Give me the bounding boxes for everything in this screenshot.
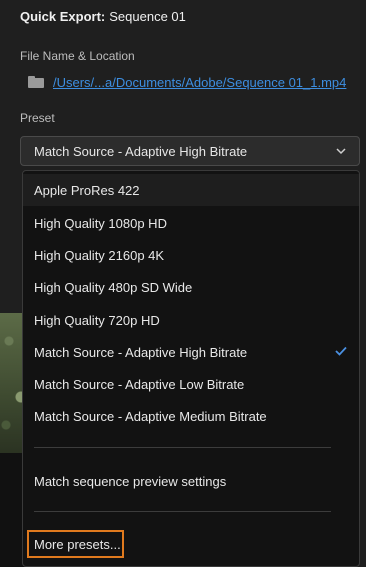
preset-option-2160p-4k[interactable]: High Quality 2160p 4K: [23, 239, 359, 271]
file-location-row[interactable]: /Users/...a/Documents/Adobe/Sequence 01_…: [28, 72, 346, 92]
chevron-down-icon: [336, 148, 346, 155]
file-path-link[interactable]: /Users/...a/Documents/Adobe/Sequence 01_…: [53, 75, 346, 90]
preset-option-480p-sd-wide[interactable]: High Quality 480p SD Wide: [23, 271, 359, 303]
preset-label: Preset: [20, 111, 55, 125]
preset-option-adaptive-low[interactable]: Match Source - Adaptive Low Bitrate: [23, 368, 359, 400]
preset-option-apple-prores-422[interactable]: Apple ProRes 422: [23, 174, 359, 206]
preset-option-adaptive-medium[interactable]: Match Source - Adaptive Medium Bitrate: [23, 400, 359, 432]
sequence-name: Sequence 01: [109, 9, 186, 24]
preset-selected-value: Match Source - Adaptive High Bitrate: [34, 143, 248, 159]
match-sequence-preview-option[interactable]: Match sequence preview settings: [23, 465, 359, 497]
preset-option-adaptive-high[interactable]: Match Source - Adaptive High Bitrate: [23, 336, 359, 368]
checkmark-icon: [335, 346, 347, 356]
quick-export-panel: Quick Export: Sequence 01 File Name & Loc…: [0, 0, 366, 567]
preset-menu: Apple ProRes 422 High Quality 1080p HD H…: [22, 170, 360, 567]
preset-option-1080p-hd[interactable]: High Quality 1080p HD: [23, 207, 359, 239]
panel-title: Quick Export: Sequence 01: [20, 9, 186, 24]
preset-dropdown[interactable]: Match Source - Adaptive High Bitrate: [20, 136, 360, 166]
title-prefix: Quick Export:: [20, 9, 106, 24]
folder-icon[interactable]: [28, 76, 44, 88]
preset-option-720p-hd[interactable]: High Quality 720p HD: [23, 304, 359, 336]
file-location-label: File Name & Location: [20, 49, 135, 63]
more-presets-button[interactable]: More presets...: [27, 530, 124, 558]
menu-divider: [34, 447, 331, 448]
menu-divider: [34, 511, 331, 512]
